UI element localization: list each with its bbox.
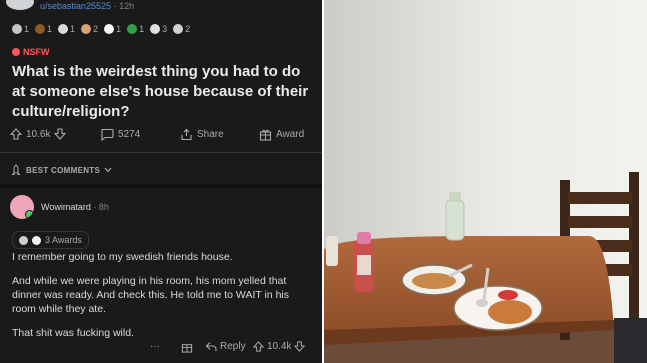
award-button[interactable]: Award — [259, 128, 304, 141]
commenter-avatar[interactable] — [10, 195, 34, 219]
post-author-name[interactable]: u/sebastian25525 — [40, 1, 111, 11]
comment-award-button[interactable] — [181, 341, 193, 353]
reply-button[interactable]: Reply — [205, 341, 246, 352]
post-vote-count: 10.6k — [26, 128, 51, 140]
gift-icon — [259, 129, 272, 141]
divider — [0, 184, 322, 188]
award-label: Award — [276, 129, 305, 140]
comments-button[interactable]: 5274 — [100, 128, 140, 141]
reddit-panel: u/sebastian25525 · 12h 1 1 1 2 1 1 3 2 N… — [0, 0, 322, 363]
wholesome-award-icon — [104, 24, 115, 34]
award-helpful[interactable]: 2 — [81, 24, 98, 34]
comment-age: · 8h — [93, 202, 109, 212]
award-poop[interactable]: 1 — [35, 24, 52, 34]
post-title[interactable]: What is the weirdest thing you had to do… — [12, 62, 312, 122]
post-author-avatar[interactable] — [6, 0, 34, 10]
more-options-button[interactable]: ··· — [150, 341, 160, 352]
divider — [0, 152, 322, 153]
award-wholesome[interactable]: 1 — [104, 24, 121, 34]
comment-author-name[interactable]: Wowimatard — [41, 202, 91, 212]
reply-label: Reply — [220, 341, 246, 352]
post-header: u/sebastian25525 · 12h — [0, 0, 322, 14]
chevron-down-icon — [104, 167, 112, 173]
silver-award-icon — [12, 24, 22, 34]
award-cup[interactable]: 1 — [58, 24, 75, 34]
reply-arrow-icon — [205, 342, 217, 351]
wholesome-award-icon — [32, 235, 41, 245]
comment-paragraph: That shit was fucking wild. — [12, 327, 134, 339]
rocket-icon — [11, 164, 21, 175]
comment-paragraph: And while we were playing in his room, h… — [12, 275, 290, 315]
post-vote-group: 10.6k — [10, 128, 67, 140]
share-icon — [181, 128, 192, 141]
comment-action-bar: ··· Reply 10.4k — [0, 341, 322, 355]
poop-award-icon — [35, 24, 46, 34]
share-button[interactable]: Share — [180, 128, 224, 141]
comment-awards[interactable]: 3 Awards — [12, 231, 89, 249]
crowd-award-icon — [173, 24, 184, 34]
photo-illustration — [324, 0, 647, 363]
comment-vote-group: 10.4k — [253, 341, 306, 352]
gift-icon — [181, 344, 193, 353]
comment-sort-dropdown[interactable]: BEST COMMENTS — [10, 164, 112, 176]
award-coin[interactable]: 3 — [150, 24, 167, 34]
nsfw-tag: NSFW — [12, 47, 50, 57]
sort-label: BEST COMMENTS — [26, 165, 101, 175]
comment-paragraph: I remember going to my swedish friends h… — [12, 251, 233, 263]
helpful-award-icon — [81, 24, 92, 34]
coin-award-icon — [150, 24, 161, 34]
upvote-icon[interactable] — [10, 128, 22, 140]
award-question[interactable]: 1 — [127, 24, 144, 34]
comment-vote-count: 10.4k — [267, 341, 292, 352]
comment-count: 5274 — [118, 129, 141, 140]
comment-author[interactable]: Wowimatard · 8h — [41, 202, 109, 212]
post-awards[interactable]: 1 1 1 2 1 1 3 2 — [12, 24, 190, 34]
cup-award-icon — [58, 24, 69, 34]
upvote-icon[interactable] — [253, 341, 264, 352]
post-action-bar: 10.6k 5274 Share Award — [0, 128, 322, 146]
comment-body: I remember going to my swedish friends h… — [12, 250, 312, 350]
award-crowd[interactable]: 2 — [173, 24, 190, 34]
nsfw-label: NSFW — [23, 47, 50, 57]
downvote-icon[interactable] — [294, 341, 306, 352]
share-label: Share — [197, 129, 224, 140]
downvote-icon[interactable] — [54, 128, 67, 140]
crowd-award-icon — [19, 235, 28, 245]
post-author[interactable]: u/sebastian25525 · 12h — [40, 1, 134, 11]
dining-room-photo — [324, 0, 647, 363]
post-age: · 12h — [113, 1, 135, 11]
nsfw-icon — [12, 48, 20, 56]
award-silver[interactable]: 1 — [12, 24, 29, 34]
question-award-icon — [127, 24, 138, 34]
comment-bubble-icon — [101, 128, 114, 141]
online-indicator-icon — [25, 210, 34, 219]
small-jar — [326, 236, 338, 266]
comment-awards-label: 3 Awards — [45, 235, 82, 245]
baby-bottle — [354, 232, 374, 292]
